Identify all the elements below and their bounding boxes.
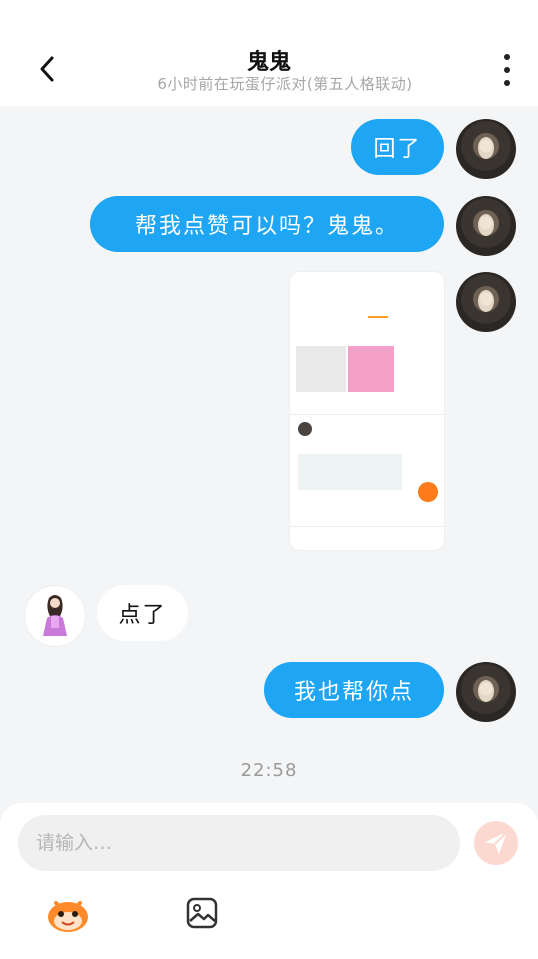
avatar[interactable] (456, 272, 516, 332)
chat-status: 6小时前在玩蛋仔派对(第五人格联动) (157, 75, 413, 93)
send-icon (485, 831, 508, 854)
message-text: 帮我点赞可以吗？鬼鬼。 (134, 214, 399, 239)
message-text: 回了 (373, 137, 422, 162)
more-button[interactable] (496, 54, 518, 86)
avatar[interactable] (456, 662, 516, 722)
composer (0, 803, 538, 959)
message-input[interactable] (18, 815, 460, 871)
message-bubble[interactable]: 我也帮你点 (264, 662, 444, 718)
avatar[interactable] (24, 585, 86, 647)
send-button[interactable] (474, 821, 518, 865)
message-bubble[interactable]: 回了 (351, 119, 444, 175)
message-bubble[interactable]: 点了 (97, 585, 188, 641)
chat-title: 鬼鬼 (246, 50, 291, 75)
more-vertical-icon (504, 54, 510, 60)
image-button[interactable] (186, 897, 218, 929)
image-icon (186, 897, 218, 929)
timestamp: 22:58 (240, 760, 298, 781)
avatar[interactable] (456, 196, 516, 256)
avatar[interactable] (456, 119, 516, 179)
message-bubble[interactable]: 帮我点赞可以吗？鬼鬼。 (90, 196, 444, 252)
emoji-icon (48, 901, 88, 932)
message-text: 我也帮你点 (293, 680, 414, 705)
emoji-button[interactable] (46, 897, 90, 933)
chat-header: 鬼鬼 6小时前在玩蛋仔派对(第五人格联动) (0, 0, 538, 106)
character-avatar-icon (43, 595, 67, 636)
image-message[interactable] (290, 272, 444, 550)
message-text: 点了 (118, 603, 167, 628)
